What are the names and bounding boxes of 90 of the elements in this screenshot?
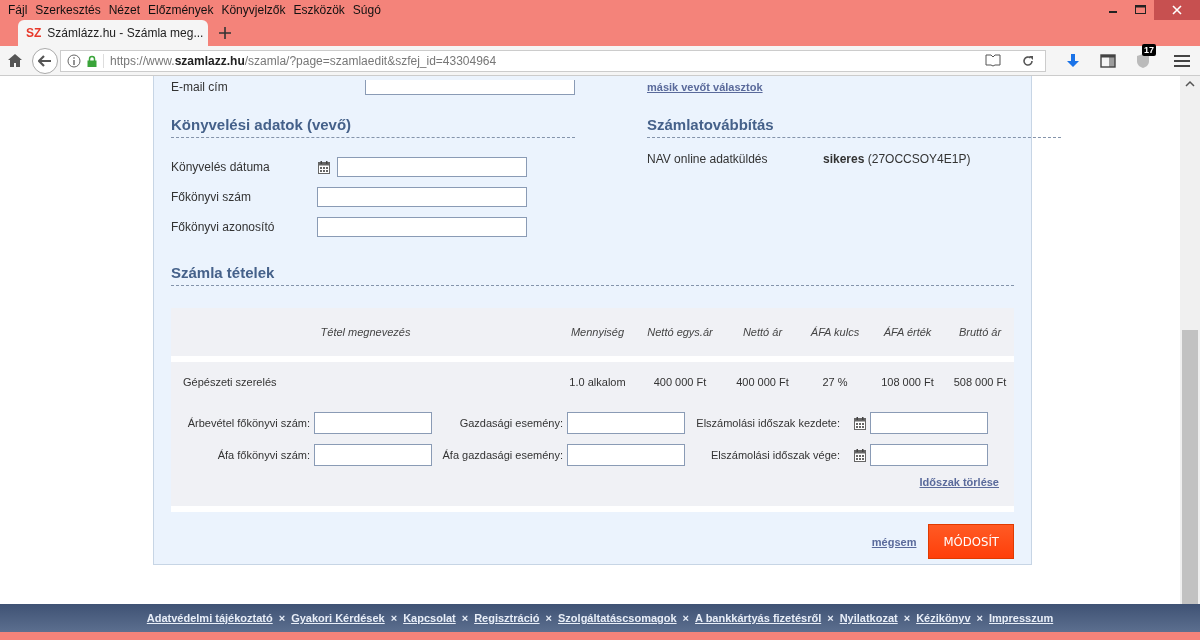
column-header: Mennyiség: [569, 326, 626, 338]
url-text: https://www.szamlazz.hu/szamla/?page=szamlaedit&szfej_id=43304964: [103, 53, 979, 68]
field-label: Könyvelés dátuma: [171, 160, 271, 174]
field-label: Főkönyvi szám: [171, 190, 253, 204]
reload-icon[interactable]: [1021, 53, 1035, 68]
email-field[interactable]: [365, 79, 575, 95]
download-icon[interactable]: [1066, 53, 1080, 68]
text-field[interactable]: [567, 412, 685, 434]
footer-link[interactable]: Gyakori Kérdések: [291, 612, 385, 624]
field-label: Főkönyvi azonosító: [171, 220, 276, 234]
shield-icon[interactable]: [1136, 52, 1150, 69]
field-label: Gazdasági esemény:: [458, 417, 563, 429]
column-header: Tétel megnevezés: [319, 326, 412, 338]
column-header: ÁFA kulcs: [809, 326, 861, 338]
footer-link[interactable]: Kézikönyv: [916, 612, 971, 624]
menu-item[interactable]: Szerkesztés: [35, 3, 101, 17]
text-field[interactable]: [567, 444, 685, 466]
field-label: NAV online adatküldés: [647, 152, 769, 166]
footer-link[interactable]: Nyilatkozat: [839, 612, 898, 624]
table-cell-text: Gépészeti szerelés: [182, 376, 278, 388]
column-header: Bruttó ár: [957, 326, 1003, 338]
footer-link[interactable]: Kapcsolat: [403, 612, 456, 624]
field-label: Elszámolási időszak vége:: [710, 449, 840, 461]
menu-item[interactable]: Könyvjelzők: [221, 3, 286, 17]
separator: ×: [976, 612, 983, 624]
back-arrow-icon: [38, 54, 52, 67]
browser-tab[interactable]: SZ Számlázz.hu - Számla meg...: [18, 20, 208, 46]
clear-period-link[interactable]: Időszak törlése: [919, 476, 999, 496]
date-field[interactable]: [870, 444, 988, 466]
menu-icon[interactable]: [1174, 54, 1190, 67]
menu-item[interactable]: Súgó: [352, 3, 381, 17]
separator: ×: [278, 612, 286, 624]
date-field[interactable]: [870, 412, 988, 434]
footer-link[interactable]: Regisztráció: [474, 612, 540, 624]
status-text: sikeres (27OCCSOY4E1P): [823, 152, 971, 166]
cancel-link[interactable]: mégsem: [871, 535, 917, 548]
field-label: E-mail cím: [171, 80, 229, 94]
back-button[interactable]: [32, 47, 58, 74]
table-cell-text: 400 000 Ft: [652, 376, 708, 388]
menu-item[interactable]: Előzmények: [148, 3, 214, 17]
footer-link[interactable]: Impresszum: [989, 612, 1054, 624]
choose-buyer-link[interactable]: másik vevőt választok: [647, 81, 763, 93]
footer-link[interactable]: Szolgáltatáscsomagok: [558, 612, 677, 624]
column-header: Nettó egys.ár: [646, 326, 714, 338]
separator: ×: [461, 612, 469, 624]
column-header: ÁFA érték: [882, 326, 933, 338]
field-label: Árbevétel főkönyvi szám:: [186, 417, 310, 429]
lock-icon: [87, 54, 97, 67]
calendar-icon[interactable]: [854, 416, 866, 430]
tab-title: Számlázz.hu - Számla meg...: [47, 26, 204, 40]
text-field[interactable]: [317, 217, 527, 237]
section-heading: Könyvelési adatok (vevő): [171, 98, 575, 138]
separator: ×: [903, 612, 911, 624]
footer-link[interactable]: A bankkártyás fizetésről: [695, 612, 822, 624]
home-icon[interactable]: [8, 54, 22, 67]
table-cell-text: 400 000 Ft: [735, 376, 790, 388]
field-label: Elszámolási időszak kezdete:: [695, 417, 840, 429]
reader-view-icon[interactable]: [985, 54, 1001, 67]
calendar-icon[interactable]: [854, 448, 866, 462]
scrollbar[interactable]: [1180, 76, 1200, 604]
table-cell-text: 108 000 Ft: [880, 376, 935, 388]
date-field[interactable]: [337, 157, 527, 177]
separator: ×: [545, 612, 552, 624]
calendar-icon[interactable]: [318, 160, 330, 174]
table-cell-text: 1.0 alkalom: [568, 376, 627, 388]
info-icon[interactable]: [67, 53, 81, 68]
field-label: Áfa gazdasági esemény:: [441, 449, 563, 461]
menu-item[interactable]: Fájl: [8, 3, 28, 17]
field-label: Áfa főkönyvi szám:: [216, 449, 310, 461]
separator: ×: [390, 612, 398, 624]
separator: ×: [827, 612, 834, 624]
plus-icon[interactable]: [218, 26, 232, 40]
table-cell-text: 508 000 Ft: [952, 376, 1008, 388]
section-heading: Számla tételek: [171, 242, 1014, 286]
section-heading: Számlatovábbítás: [647, 98, 1061, 138]
favicon: SZ: [26, 26, 42, 40]
text-field[interactable]: [314, 412, 432, 434]
separator: ×: [682, 612, 690, 624]
footer-link[interactable]: Adatvédelmi tájékoztató: [146, 612, 273, 624]
notification-badge: 17: [1142, 43, 1156, 56]
menu-item[interactable]: Eszközök: [293, 3, 345, 17]
menu-item[interactable]: Nézet: [108, 3, 141, 17]
text-field[interactable]: [317, 187, 527, 207]
address-bar[interactable]: https://www.szamlazz.hu/szamla/?page=szamlaedit&szfej_id=43304964: [60, 49, 1046, 72]
scrollbar-thumb[interactable]: [1182, 330, 1198, 604]
column-header: Nettó ár: [741, 326, 784, 338]
submit-button[interactable]: MÓDOSÍT: [928, 524, 1014, 559]
sidebar-icon[interactable]: [1100, 53, 1116, 68]
text-field[interactable]: [314, 444, 432, 466]
table-cell-text: 27 %: [821, 376, 849, 388]
